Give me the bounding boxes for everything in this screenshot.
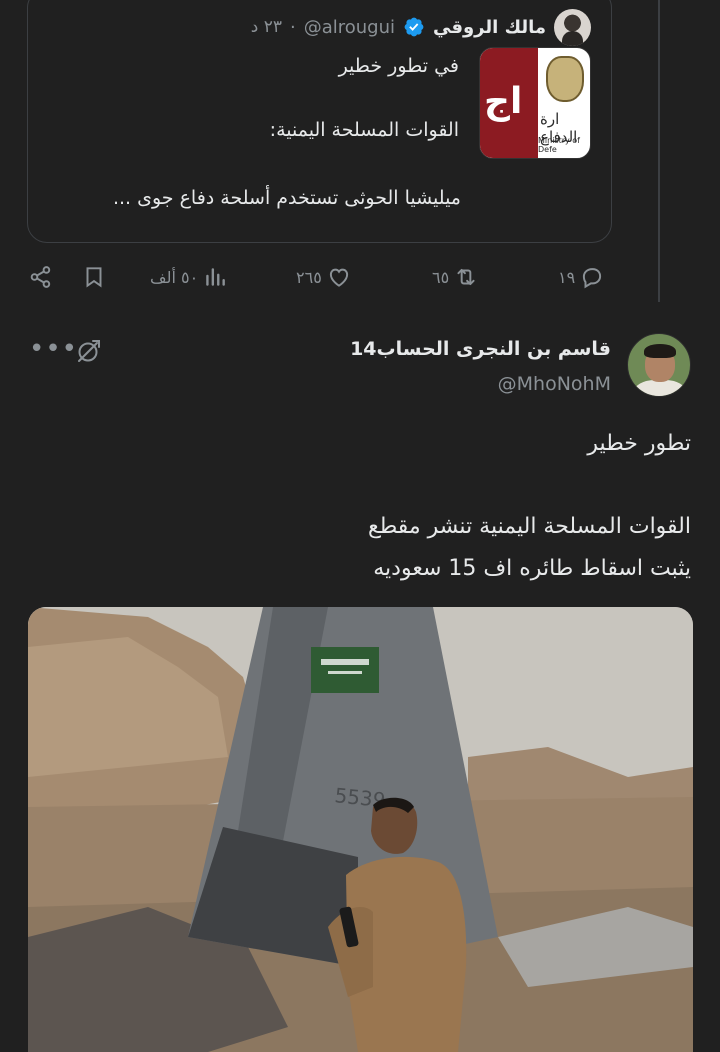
- thumbnail-brand-letters: اج: [484, 81, 523, 122]
- like-count: ٢٦٥: [296, 267, 322, 287]
- view-count: ٥٠ ألف: [150, 267, 199, 287]
- views-button[interactable]: ٥٠ ألف: [150, 264, 228, 290]
- quoted-tweet-line-2: القوات المسلحة اليمنية:: [269, 119, 459, 141]
- bookmark-button[interactable]: [81, 264, 107, 290]
- thread-connector-line: [658, 0, 660, 302]
- bookmark-icon: [86, 267, 102, 288]
- avatar-body: [634, 380, 686, 396]
- verified-badge-icon: [404, 17, 424, 37]
- author-handle[interactable]: @MhoNohM: [498, 373, 611, 395]
- tweet-photo[interactable]: 5539: [28, 607, 693, 1052]
- quoted-author-avatar[interactable]: [554, 8, 591, 46]
- heart-icon: [329, 268, 348, 287]
- quoted-author-name[interactable]: مالك الروقي: [433, 17, 546, 38]
- quoted-tweet-line-1: في تطور خطير: [338, 55, 459, 77]
- quoted-author-handle[interactable]: @alrougui: [304, 17, 395, 38]
- dot-separator: ·: [289, 16, 296, 38]
- tweet-action-bar: ١٩ ٦٥ ٢٦٥ ٥٠ ألف: [0, 264, 720, 298]
- avatar-hair: [644, 344, 676, 358]
- retweet-icon: [457, 268, 475, 286]
- quoted-tweet-thumbnail[interactable]: اج ارة الدفاع Ministry of Defe: [479, 47, 591, 159]
- like-button[interactable]: ٢٦٥: [296, 264, 352, 290]
- reply-icon: [583, 268, 602, 289]
- wreckage-illustration: 5539: [28, 607, 693, 1052]
- tweet-text-line-3: يثبت اسقاط طائره اف 15 سعوديه: [373, 556, 691, 581]
- quoted-tweet-card[interactable]: مالك الروقي @alrougui · ٢٣ د اج ارة الدف…: [27, 0, 612, 243]
- reply-count: ١٩: [558, 267, 576, 287]
- author-avatar[interactable]: [627, 333, 691, 397]
- retweet-button[interactable]: ٦٥: [432, 264, 479, 290]
- quoted-tweet-time[interactable]: ٢٣ د: [251, 17, 282, 37]
- quoted-tweet-header: مالك الروقي @alrougui · ٢٣ د: [251, 7, 591, 47]
- retweet-count: ٦٥: [432, 267, 450, 287]
- quoted-tweet-line-3: ميليشيا الحوثى تستخدم أسلحة دفاع جوى ...: [112, 187, 461, 209]
- thumbnail-ministry-english: Ministry of Defe: [538, 136, 580, 154]
- tweet-text-line-2: القوات المسلحة اليمنية تنشر مقطع: [368, 514, 691, 539]
- more-options-icon[interactable]: •••: [29, 336, 77, 368]
- author-name[interactable]: قاسم بن النجرى الحساب14: [350, 338, 611, 360]
- tweet-text-line-1: تطور خطير: [587, 431, 691, 456]
- analytics-icon: [206, 268, 226, 286]
- reply-button[interactable]: ١٩: [558, 264, 605, 290]
- ministry-emblem-icon: [546, 56, 584, 102]
- share-icon: [30, 266, 51, 288]
- share-button[interactable]: [28, 264, 54, 290]
